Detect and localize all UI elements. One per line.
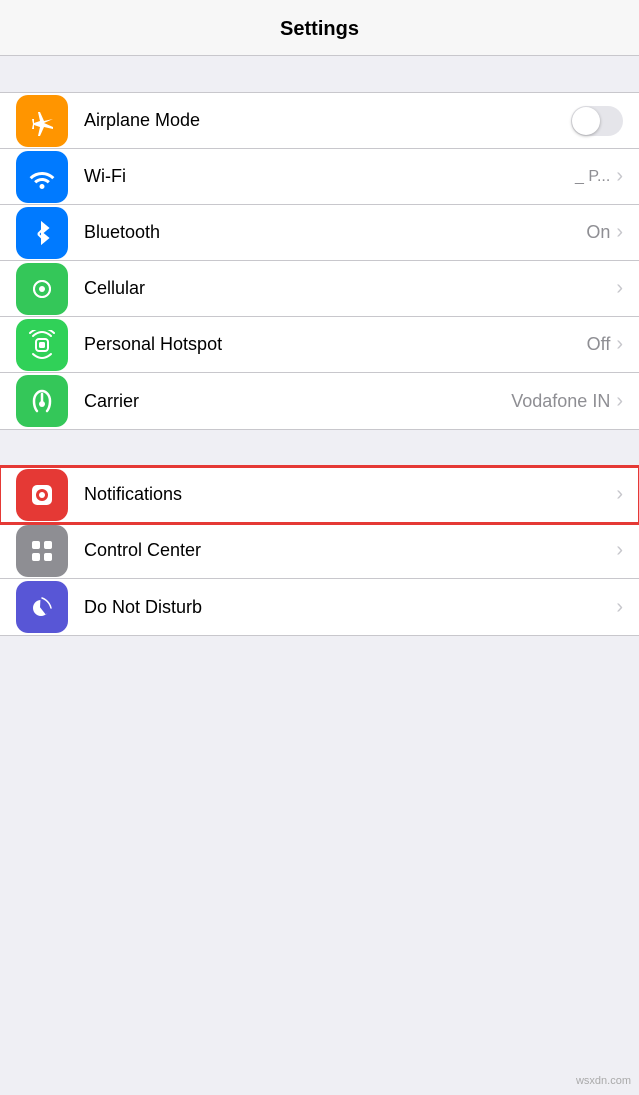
cellular-icon	[27, 274, 57, 304]
do-not-disturb-icon	[27, 592, 57, 622]
cellular-label: Cellular	[84, 278, 616, 299]
section-gap-1	[0, 56, 639, 92]
header: Settings	[0, 0, 639, 56]
bluetooth-icon-wrap	[16, 207, 68, 259]
wifi-row[interactable]: Wi-Fi _ P... ›	[0, 149, 639, 205]
control-center-icon	[27, 536, 57, 566]
carrier-label: Carrier	[84, 391, 511, 412]
bluetooth-label: Bluetooth	[84, 222, 586, 243]
carrier-icon-wrap	[16, 375, 68, 427]
cellular-icon-wrap	[16, 263, 68, 315]
wifi-icon	[27, 162, 57, 192]
control-center-icon-wrap	[16, 525, 68, 577]
hotspot-icon-wrap	[16, 319, 68, 371]
hotspot-chevron: ›	[616, 333, 623, 356]
carrier-icon	[27, 386, 57, 416]
do-not-disturb-icon-wrap	[16, 581, 68, 633]
control-center-label: Control Center	[84, 540, 616, 561]
watermark: wsxdn.com	[576, 1075, 631, 1087]
bluetooth-icon	[28, 219, 56, 247]
hotspot-icon	[27, 330, 57, 360]
control-center-row[interactable]: Control Center ›	[0, 523, 639, 579]
notifications-icon	[27, 480, 57, 510]
airplane-icon	[27, 106, 57, 136]
system-group: Notifications › Control Center › Do Not …	[0, 466, 639, 636]
cellular-chevron: ›	[616, 277, 623, 300]
bluetooth-value: On	[586, 222, 610, 243]
notifications-label: Notifications	[84, 484, 616, 505]
airplane-mode-row[interactable]: Airplane Mode	[0, 93, 639, 149]
wifi-label: Wi-Fi	[84, 166, 575, 187]
wifi-icon-wrap	[16, 151, 68, 203]
page-title: Settings	[280, 18, 359, 40]
notifications-icon-wrap	[16, 469, 68, 521]
bluetooth-row[interactable]: Bluetooth On ›	[0, 205, 639, 261]
connectivity-group: Airplane Mode Wi-Fi _ P... › Bluetooth O…	[0, 92, 639, 430]
airplane-mode-icon-wrap	[16, 95, 68, 147]
hotspot-value: Off	[587, 334, 611, 355]
control-center-chevron: ›	[616, 539, 623, 562]
bluetooth-chevron: ›	[616, 221, 623, 244]
wifi-chevron: ›	[616, 165, 623, 188]
airplane-mode-label: Airplane Mode	[84, 110, 563, 131]
notifications-chevron: ›	[616, 483, 623, 506]
do-not-disturb-label: Do Not Disturb	[84, 597, 616, 618]
cellular-row[interactable]: Cellular ›	[0, 261, 639, 317]
airplane-mode-toggle[interactable]	[571, 106, 623, 136]
carrier-value: Vodafone IN	[511, 391, 610, 412]
carrier-row[interactable]: Carrier Vodafone IN ›	[0, 373, 639, 429]
wifi-value: _ P...	[575, 168, 610, 186]
airplane-mode-toggle-knob	[572, 107, 600, 135]
personal-hotspot-row[interactable]: Personal Hotspot Off ›	[0, 317, 639, 373]
do-not-disturb-row[interactable]: Do Not Disturb ›	[0, 579, 639, 635]
hotspot-label: Personal Hotspot	[84, 334, 587, 355]
do-not-disturb-chevron: ›	[616, 596, 623, 619]
carrier-chevron: ›	[616, 390, 623, 413]
notifications-row[interactable]: Notifications ›	[0, 467, 639, 523]
section-gap-2	[0, 430, 639, 466]
